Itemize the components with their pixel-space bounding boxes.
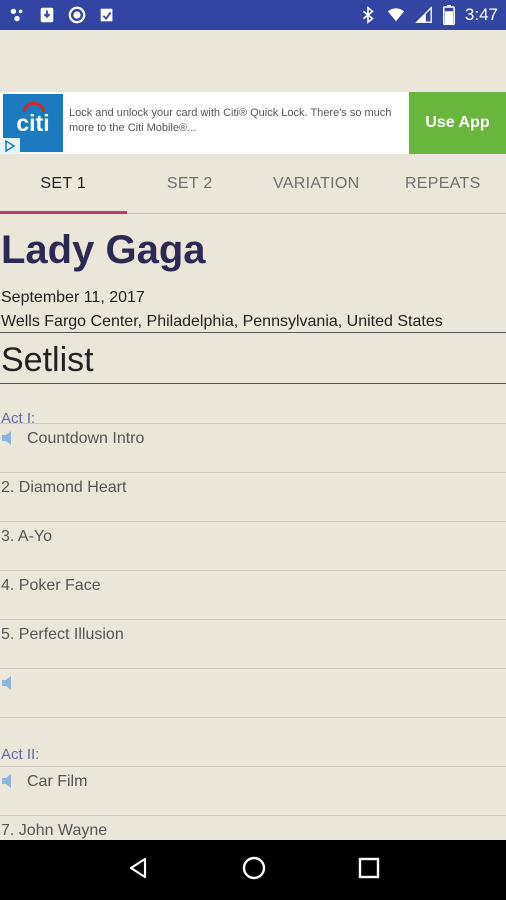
citi-arc-icon bbox=[23, 102, 45, 112]
song-title: 2. Diamond Heart bbox=[1, 479, 127, 496]
speaker-icon bbox=[1, 430, 21, 448]
tab-repeats[interactable]: REPEATS bbox=[380, 154, 506, 213]
recents-icon[interactable] bbox=[358, 857, 380, 884]
tab-set-1[interactable]: SET 1 bbox=[0, 154, 127, 214]
use-app-button[interactable]: Use App bbox=[409, 92, 506, 154]
download-icon bbox=[38, 6, 56, 24]
setlist-heading: Setlist bbox=[1, 341, 94, 379]
song-row[interactable]: 2. Diamond Heart bbox=[0, 472, 506, 521]
app-toolbar bbox=[0, 30, 506, 92]
circle-icon bbox=[68, 6, 86, 24]
act-label: Act II: bbox=[1, 746, 40, 763]
ad-text: Lock and unlock your card with Citi® Qui… bbox=[69, 107, 392, 134]
speaker-icon bbox=[1, 675, 21, 693]
notification-icons bbox=[8, 6, 116, 24]
status-bar: 3:47 bbox=[0, 0, 506, 30]
song-row[interactable]: 7. John Wayne bbox=[0, 815, 506, 840]
song-title: 4. Poker Face bbox=[1, 577, 101, 594]
battery-icon bbox=[442, 5, 455, 25]
concert-venue: Wells Fargo Center, Philadelphia, Pennsy… bbox=[1, 313, 443, 330]
home-icon[interactable] bbox=[241, 855, 267, 886]
act-row: Act II: bbox=[0, 717, 506, 766]
concert-date: September 11, 2017 bbox=[1, 289, 145, 306]
song-row[interactable]: 5. Perfect Illusion bbox=[0, 619, 506, 668]
act-label: Act I: bbox=[1, 410, 36, 427]
system-icons: 3:47 bbox=[359, 5, 498, 25]
speaker-icon bbox=[1, 773, 21, 791]
flag-icon bbox=[98, 6, 116, 24]
tab-bar: SET 1 SET 2 VARIATION REPEATS bbox=[0, 154, 506, 214]
hangouts-icon bbox=[8, 6, 26, 24]
song-title: Countdown Intro bbox=[27, 430, 145, 447]
bluetooth-icon bbox=[359, 6, 377, 24]
ad-choices-icon[interactable] bbox=[0, 138, 20, 154]
battery-fill bbox=[444, 11, 453, 24]
ad-logo-text: citi bbox=[16, 109, 50, 136]
song-row[interactable] bbox=[0, 668, 506, 717]
ad-banner[interactable]: citi Lock and unlock your card with Citi… bbox=[0, 92, 506, 154]
song-row[interactable]: Car Film bbox=[0, 766, 506, 815]
tab-variation[interactable]: VARIATION bbox=[253, 154, 380, 213]
song-title: 5. Perfect Illusion bbox=[1, 626, 124, 643]
navigation-bar bbox=[0, 840, 506, 900]
song-row[interactable]: 3. A-Yo bbox=[0, 521, 506, 570]
setlist-content[interactable]: Lady Gaga September 11, 2017 Wells Fargo… bbox=[0, 214, 506, 840]
song-title: 7. John Wayne bbox=[1, 822, 108, 839]
tab-set-2[interactable]: SET 2 bbox=[127, 154, 254, 213]
wifi-icon bbox=[387, 6, 405, 24]
song-title: 3. A-Yo bbox=[1, 528, 53, 545]
song-row[interactable]: 4. Poker Face bbox=[0, 570, 506, 619]
song-row[interactable]: Countdown Intro bbox=[0, 423, 506, 472]
signal-icon bbox=[415, 6, 433, 24]
clock: 3:47 bbox=[464, 5, 498, 24]
artist-name: Lady Gaga bbox=[1, 228, 206, 272]
back-icon[interactable] bbox=[126, 856, 150, 885]
song-title: Car Film bbox=[27, 773, 88, 790]
